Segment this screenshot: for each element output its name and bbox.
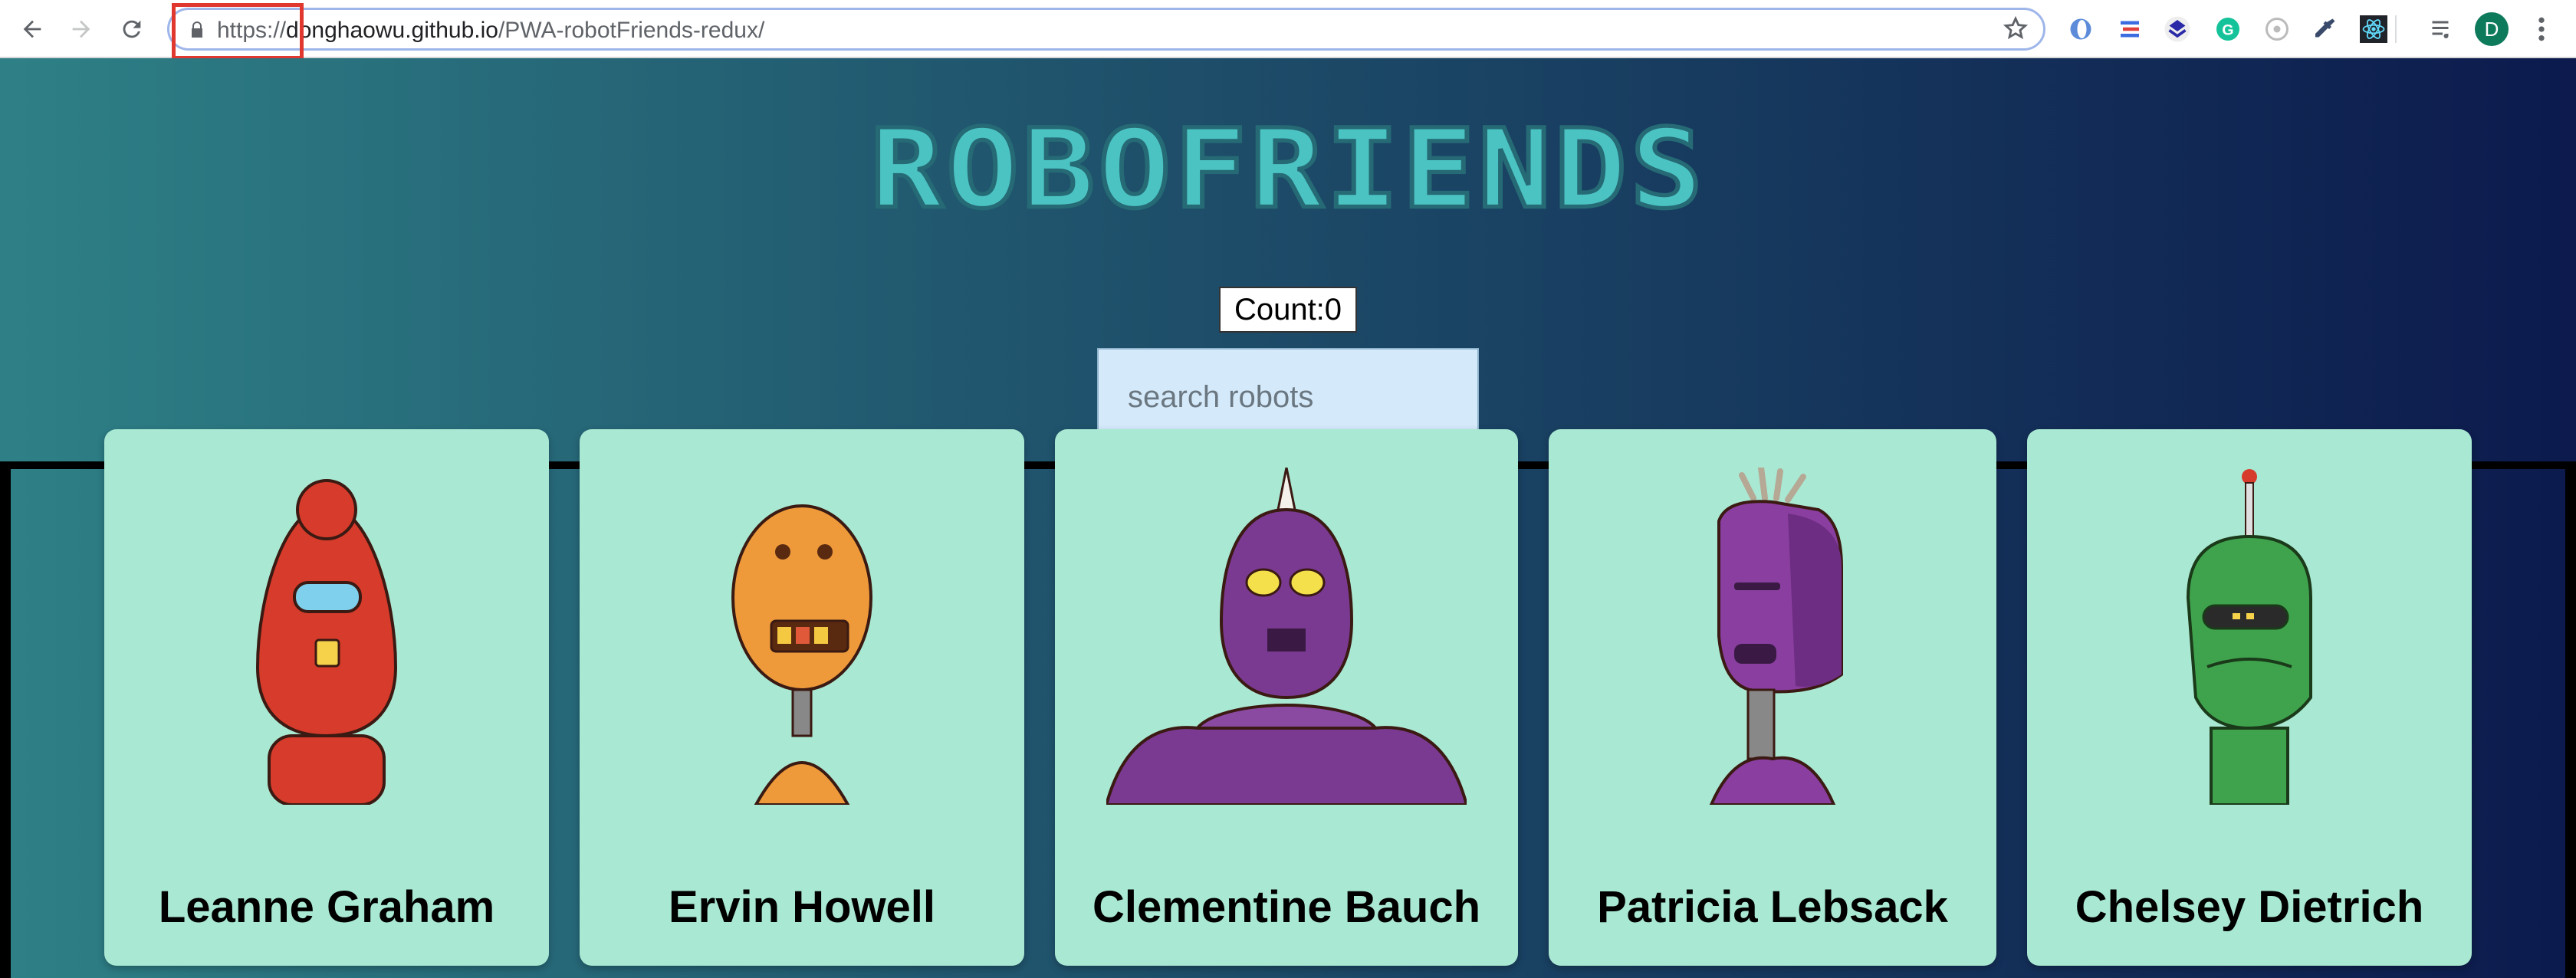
toolbar-divider (2395, 15, 2397, 43)
robot-name: Ervin Howell (668, 882, 936, 932)
eyedropper-icon[interactable] (2309, 14, 2340, 44)
robot-image (731, 504, 872, 805)
robot-name: Leanne Graham (158, 882, 495, 932)
count-label: Count:0 (1219, 287, 1357, 333)
reload-icon[interactable] (115, 12, 149, 46)
url-path: /PWA-robotFriends-redux/ (498, 18, 765, 43)
robot-image (2186, 469, 2312, 805)
ext-1-icon[interactable] (2065, 14, 2096, 44)
profile-avatar[interactable]: D (2475, 12, 2509, 46)
robot-name: Clementine Bauch (1092, 882, 1480, 932)
ext-5-icon[interactable] (2262, 14, 2292, 44)
svg-text:G: G (2222, 22, 2233, 39)
address-bar[interactable]: https://donghaowu.github.io/PWA-robotFri… (167, 8, 2045, 51)
react-icon[interactable] (2358, 14, 2389, 44)
grammarly-icon[interactable]: G (2213, 14, 2243, 44)
star-icon[interactable] (2003, 15, 2029, 41)
robot-card[interactable]: Clementine Bauch (1055, 429, 1518, 966)
menu-icon[interactable] (2530, 14, 2553, 44)
robot-card[interactable]: Chelsey Dietrich (2027, 429, 2472, 966)
robot-card[interactable]: Patricia Lebsack (1549, 429, 1996, 966)
robot-name: Patricia Lebsack (1597, 882, 1948, 932)
ext-2-icon[interactable] (2114, 14, 2145, 44)
robot-card[interactable]: Leanne Graham (104, 429, 549, 966)
app-title: ROBOFRIENDS (868, 106, 1707, 233)
robot-name: Chelsey Dietrich (2075, 882, 2424, 932)
robot-image (255, 479, 398, 805)
ext-3-icon[interactable] (2162, 14, 2193, 44)
robot-card[interactable]: Ervin Howell (580, 429, 1024, 966)
media-control-icon[interactable] (2427, 14, 2458, 44)
url-host: donghaowu.github.io (286, 18, 498, 43)
browser-toolbar: https://donghaowu.github.io/PWA-robotFri… (0, 0, 2576, 60)
robot-image (1709, 468, 1843, 805)
forward-icon[interactable] (64, 12, 98, 46)
back-icon[interactable] (15, 12, 49, 46)
robot-image (1106, 468, 1467, 805)
scheme-highlight-box (172, 3, 304, 60)
